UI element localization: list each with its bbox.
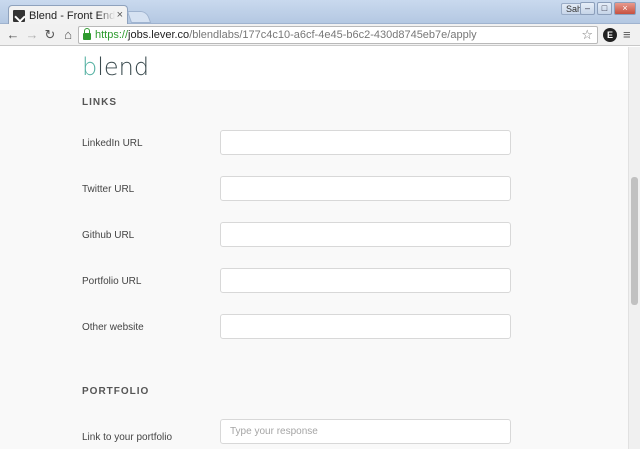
tab-close-icon[interactable]: ×	[117, 10, 123, 21]
logo-rest: lend	[97, 53, 150, 81]
linkedin-url-input[interactable]	[220, 130, 511, 155]
portfolio-url-label: Portfolio URL	[82, 276, 142, 287]
portfolio-link-input[interactable]	[220, 419, 511, 444]
page-header: blend	[0, 47, 628, 90]
close-window-button[interactable]: ×	[614, 2, 636, 15]
portfolio-section-heading: PORTFOLIO	[82, 386, 150, 397]
url-path: /blendlabs/177c4c10-a6cf-4e45-b6c2-430d8…	[189, 29, 477, 41]
window-controls: – □ ×	[578, 2, 636, 15]
forward-arrow-icon[interactable]: →	[24, 26, 40, 44]
browser-tab[interactable]: Blend - Front End En ×	[8, 5, 128, 25]
browser-toolbar: ← → ↻ ⌂ https://jobs.lever.co/blendlabs/…	[0, 24, 640, 46]
secure-lock-icon	[83, 28, 91, 40]
extension-icon[interactable]: E	[603, 28, 617, 42]
github-url-input[interactable]	[220, 222, 511, 247]
back-arrow-icon[interactable]: ←	[5, 26, 21, 44]
reload-icon[interactable]: ↻	[42, 26, 58, 44]
portfolio-url-input[interactable]	[220, 268, 511, 293]
address-bar[interactable]: https://jobs.lever.co/blendlabs/177c4c10…	[78, 26, 598, 44]
twitter-url-label: Twitter URL	[82, 184, 135, 195]
page-scrollbar[interactable]	[628, 47, 640, 449]
new-tab-button[interactable]	[126, 11, 152, 23]
url-text: https://jobs.lever.co/blendlabs/177c4c10…	[95, 29, 477, 41]
home-icon[interactable]: ⌂	[60, 26, 76, 44]
other-website-input[interactable]	[220, 314, 511, 339]
lever-favicon-icon	[13, 9, 25, 22]
linkedin-url-label: LinkedIn URL	[82, 138, 143, 149]
url-host: jobs.lever.co	[128, 29, 190, 41]
twitter-url-input[interactable]	[220, 176, 511, 201]
window-titlebar: Blend - Front End En × Sahil – □ ×	[0, 0, 640, 25]
tab-title: Blend - Front End En	[29, 9, 115, 22]
other-website-label: Other website	[82, 322, 144, 333]
links-section-heading: LINKS	[82, 97, 117, 108]
scrollbar-thumb[interactable]	[631, 177, 638, 305]
portfolio-link-label: Link to your portfolio	[82, 432, 173, 443]
minimize-button[interactable]: –	[580, 2, 595, 15]
logo-first-letter: b	[82, 53, 98, 81]
page-viewport: blend LINKS LinkedIn URL Twitter URL Git…	[0, 47, 628, 449]
bookmark-star-icon[interactable]: ☆	[581, 27, 593, 43]
blend-logo[interactable]: blend	[82, 53, 149, 81]
github-url-label: Github URL	[82, 230, 135, 241]
chrome-menu-icon[interactable]: ≡	[623, 26, 631, 44]
url-scheme: https://	[95, 29, 129, 41]
maximize-button[interactable]: □	[597, 2, 612, 15]
